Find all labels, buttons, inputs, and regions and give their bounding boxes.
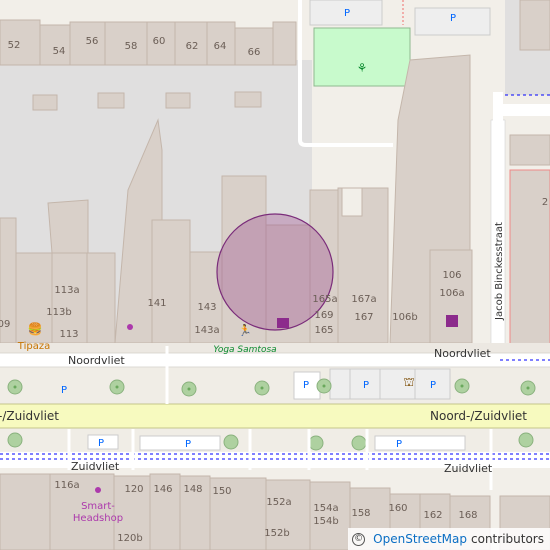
house-number: 09 (0, 319, 10, 330)
house-number: 106a (439, 288, 464, 299)
park-area[interactable] (313, 27, 411, 87)
theatre-icon[interactable] (277, 318, 289, 328)
house-number: 113a (54, 285, 79, 296)
parking-label[interactable]: P (396, 439, 402, 450)
street-label-zuidvliet: Zuidvliet (71, 460, 120, 473)
shop-dot-icon[interactable] (127, 324, 133, 330)
house-number: 167 (354, 312, 373, 323)
street-label-zuidvliet: Zuidvliet (444, 462, 493, 475)
shop-dot-icon[interactable] (95, 487, 101, 493)
parking-label: P (450, 13, 456, 24)
openstreetmap-link[interactable]: OpenStreetMap (373, 532, 467, 546)
house-number: 116a (54, 480, 79, 491)
house-number: 58 (125, 41, 138, 52)
building-right-top (509, 134, 550, 166)
parking-label[interactable]: P (430, 380, 436, 391)
parking-lot-south-3[interactable] (374, 435, 466, 451)
poi-yoga-label[interactable]: Yoga Samtosa (213, 345, 276, 355)
parking-strip-south (0, 429, 550, 451)
house-number: 52 (8, 40, 21, 51)
attribution-suffix: contributors (471, 532, 544, 546)
parking-label[interactable]: P (98, 438, 104, 449)
house-number: 148 (183, 484, 202, 495)
house-number: 56 (86, 36, 99, 47)
house-number: 160 (388, 503, 407, 514)
house-number: 54 (53, 46, 66, 57)
street-label-jacob-binckesstraat: Jacob Binckesstraat (494, 222, 505, 321)
house-number: 169 (314, 310, 333, 321)
house-number: 60 (153, 36, 166, 47)
house-number: 154a (313, 503, 338, 514)
poi-smart-headshop-label-2[interactable]: Headshop (73, 513, 123, 524)
building-top-right-corner (519, 0, 550, 51)
parking-label[interactable]: P (363, 380, 369, 391)
house-number: 143 (197, 302, 216, 313)
street-label-noordvliet: Noordvliet (434, 347, 491, 360)
community-icon[interactable] (446, 315, 458, 327)
house-number: 162 (423, 510, 442, 521)
street-label-noord-zuidvliet: Noord-/Zuidvliet (430, 409, 527, 423)
parking-lot-south-2[interactable] (139, 435, 221, 451)
house-number: 120 (124, 484, 143, 495)
street-label-noordvliet: Noordvliet (68, 354, 125, 367)
house-number: 66 (248, 47, 261, 58)
house-number: 106 (442, 270, 461, 281)
playground-icon: ⚘ (357, 61, 368, 75)
house-number: 165 (314, 325, 333, 336)
house-number: 167a (351, 294, 376, 305)
street-label-noord-zuidvliet: -/Zuidvliet (0, 409, 59, 423)
house-number: 113b (46, 307, 71, 318)
house-number: 62 (186, 41, 199, 52)
house-number: 150 (212, 486, 231, 497)
fitness-icon[interactable]: 🏃 (238, 324, 252, 337)
copyright-icon: © (352, 532, 366, 546)
house-number: 168 (458, 510, 477, 521)
house-number: 141 (147, 298, 166, 309)
house-number: 106b (392, 312, 417, 323)
house-number: 64 (214, 41, 227, 52)
poi-smart-headshop-label[interactable]: Smart- (81, 501, 115, 512)
parking-label[interactable]: P (61, 385, 67, 396)
house-number: 158 (351, 508, 370, 519)
museum-icon[interactable]: ⛫ (403, 375, 414, 389)
house-number: 152a (266, 497, 291, 508)
restaurant-icon[interactable]: 🍔 (28, 322, 43, 336)
map-attribution: © OpenStreetMap contributors (348, 528, 550, 550)
house-number: 165a (312, 294, 337, 305)
house-number: 120b (117, 533, 142, 544)
house-number: 146 (153, 484, 172, 495)
parking-label: P (344, 8, 350, 19)
house-number: 152b (264, 528, 289, 539)
house-number: 143a (194, 325, 219, 336)
house-number: 2 (542, 197, 548, 208)
poi-tipaza-label[interactable]: Tipaza (17, 341, 50, 352)
house-number: 154b (313, 516, 338, 527)
parking-label[interactable]: P (303, 380, 309, 391)
parking-label[interactable]: P (185, 439, 191, 450)
house-number: 113 (59, 329, 78, 340)
map-canvas[interactable]: ⚘ P P 52 54 56 58 60 62 64 66 113a 113b … (0, 0, 550, 550)
